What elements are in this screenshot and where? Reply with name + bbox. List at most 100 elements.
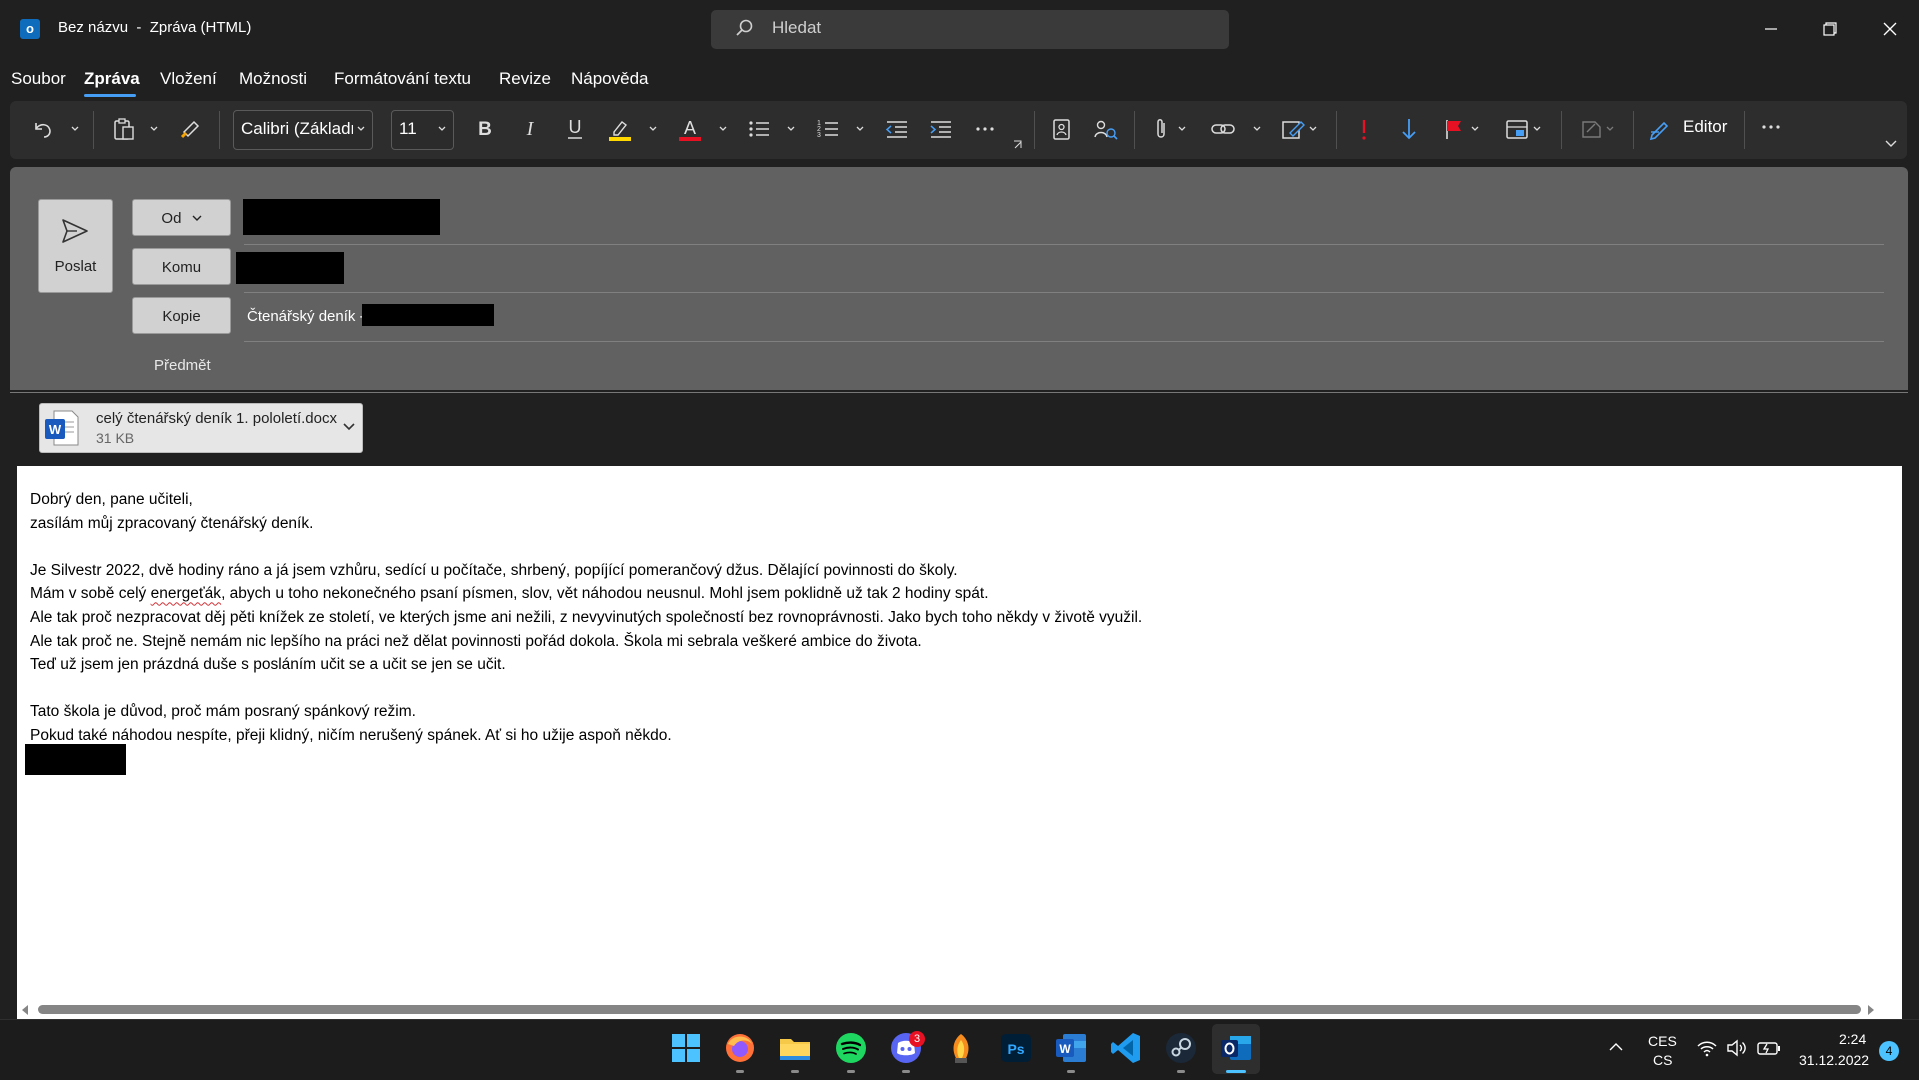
editor-button-label[interactable]: Editor xyxy=(1683,117,1727,137)
minimize-icon[interactable] xyxy=(1756,14,1786,44)
chevron-down-icon[interactable] xyxy=(1252,124,1262,134)
editor-pen-icon[interactable] xyxy=(1645,114,1675,144)
scrollbar-thumb[interactable] xyxy=(38,1005,1861,1014)
tab-revize[interactable]: Revize xyxy=(499,69,551,89)
undo-icon[interactable] xyxy=(27,114,57,144)
tab-formatovani-textu[interactable]: Formátování textu xyxy=(334,69,471,89)
more-options-icon[interactable] xyxy=(1756,114,1786,144)
word-icon[interactable]: W xyxy=(1053,1030,1089,1066)
chevron-down-icon[interactable] xyxy=(149,124,159,134)
volume-icon[interactable] xyxy=(1726,1039,1748,1057)
tab-soubor[interactable]: Soubor xyxy=(11,69,66,89)
chevron-down-icon[interactable] xyxy=(648,124,658,134)
chevron-down-icon[interactable] xyxy=(70,124,80,134)
search-icon xyxy=(736,19,753,36)
close-icon[interactable] xyxy=(1875,14,1905,44)
templates-icon[interactable] xyxy=(1502,114,1532,144)
ribbon-expand-chevron-icon[interactable] xyxy=(1884,136,1898,150)
restore-icon[interactable] xyxy=(1815,14,1845,44)
windows-start-icon[interactable] xyxy=(668,1030,704,1066)
chevron-down-icon[interactable] xyxy=(1308,124,1318,134)
follow-up-flag-icon[interactable] xyxy=(1439,114,1469,144)
running-indicator xyxy=(1177,1070,1185,1073)
chevron-down-icon[interactable] xyxy=(855,124,865,134)
notification-badge[interactable]: 4 xyxy=(1879,1041,1899,1061)
redacted-from-address xyxy=(243,199,440,235)
field-divider xyxy=(244,292,1884,293)
underline-icon[interactable]: U xyxy=(560,114,590,144)
highlight-icon[interactable] xyxy=(605,114,635,144)
increase-indent-icon[interactable] xyxy=(926,114,956,144)
chevron-down-icon[interactable] xyxy=(1177,124,1187,134)
chevron-down-icon xyxy=(1606,126,1614,131)
link-icon[interactable] xyxy=(1208,114,1238,144)
chevron-down-icon[interactable] xyxy=(1532,124,1542,134)
cc-field-text[interactable]: Čtenářský deník - xyxy=(247,308,365,325)
ribbon-separator xyxy=(1744,111,1745,149)
subject-input[interactable] xyxy=(244,345,1884,385)
chevron-down-icon[interactable] xyxy=(718,124,728,134)
body-line: Ale tak proč nezpracovat děj pěti knížek… xyxy=(30,608,1143,626)
field-divider xyxy=(244,244,1884,245)
steam-icon[interactable] xyxy=(1163,1030,1199,1066)
attachment-divider xyxy=(10,392,1908,393)
keyboard-layout[interactable]: CS xyxy=(1653,1052,1672,1068)
check-names-icon[interactable] xyxy=(1090,114,1120,144)
low-importance-icon[interactable] xyxy=(1394,114,1424,144)
attach-file-icon[interactable] xyxy=(1146,114,1176,144)
format-painter-icon[interactable] xyxy=(176,114,206,144)
from-button[interactable]: Od xyxy=(132,199,231,236)
vscode-icon[interactable] xyxy=(1108,1030,1144,1066)
battery-icon[interactable] xyxy=(1757,1040,1781,1056)
cc-button[interactable]: Kopie xyxy=(132,297,231,334)
ribbon-separator xyxy=(1134,111,1135,149)
italic-icon[interactable]: I xyxy=(515,114,545,144)
chevron-down-icon xyxy=(192,215,202,221)
sensitivity-icon xyxy=(1582,121,1601,138)
svg-text:B: B xyxy=(478,119,492,140)
misspelled-word[interactable]: energeťák xyxy=(151,585,221,602)
running-indicator xyxy=(902,1070,910,1073)
address-book-icon[interactable] xyxy=(1046,114,1076,144)
bold-icon[interactable]: B xyxy=(470,114,500,144)
chevron-down-icon[interactable] xyxy=(1470,124,1480,134)
more-formatting-icon[interactable] xyxy=(970,114,1000,144)
clock-date[interactable]: 31.12.2022 xyxy=(1799,1052,1869,1068)
font-color-icon[interactable]: A xyxy=(675,114,705,144)
to-button[interactable]: Komu xyxy=(132,248,231,285)
subject-label: Předmět xyxy=(154,357,211,374)
body-line: zasílám můj zpracovaný čtenářský deník. xyxy=(30,514,314,532)
fl-studio-icon[interactable] xyxy=(943,1030,979,1066)
send-button[interactable] xyxy=(38,199,113,293)
tab-moznosti[interactable]: Možnosti xyxy=(239,69,307,89)
signature-icon[interactable] xyxy=(1278,114,1308,144)
chevron-down-icon[interactable] xyxy=(342,420,356,434)
chevron-down-icon[interactable] xyxy=(437,124,447,134)
tab-vlozeni[interactable]: Vložení xyxy=(160,69,217,89)
redacted-cc-address xyxy=(362,304,494,326)
wifi-icon[interactable] xyxy=(1696,1039,1718,1057)
discord-notification-badge: 3 xyxy=(909,1031,925,1047)
chevron-down-icon[interactable] xyxy=(356,124,366,134)
file-explorer-icon[interactable] xyxy=(777,1030,813,1066)
tab-zprava[interactable]: Zpráva xyxy=(84,69,140,89)
numbering-icon[interactable]: 123 xyxy=(813,114,843,144)
bullets-icon[interactable] xyxy=(744,114,774,144)
scroll-right-icon[interactable] xyxy=(1866,1004,1876,1016)
decrease-indent-icon[interactable] xyxy=(882,114,912,144)
dialog-launcher-icon[interactable] xyxy=(1012,139,1024,151)
outlook-icon[interactable] xyxy=(1218,1030,1254,1066)
window-title: Bez názvu - Zpráva (HTML) xyxy=(58,19,252,36)
input-language[interactable]: CES xyxy=(1648,1033,1677,1049)
chevron-up-icon[interactable] xyxy=(1608,1041,1624,1053)
high-importance-icon[interactable] xyxy=(1349,114,1379,144)
scroll-left-icon[interactable] xyxy=(20,1004,30,1016)
clock-time[interactable]: 2:24 xyxy=(1839,1031,1866,1047)
body-line: Je Silvestr 2022, dvě hodiny ráno a já j… xyxy=(30,561,958,579)
paste-icon[interactable] xyxy=(108,114,138,144)
chevron-down-icon[interactable] xyxy=(786,124,796,134)
spotify-icon[interactable] xyxy=(833,1030,869,1066)
tab-napoveda[interactable]: Nápověda xyxy=(571,69,649,89)
firefox-icon[interactable] xyxy=(722,1030,758,1066)
photoshop-icon[interactable]: Ps xyxy=(998,1030,1034,1066)
